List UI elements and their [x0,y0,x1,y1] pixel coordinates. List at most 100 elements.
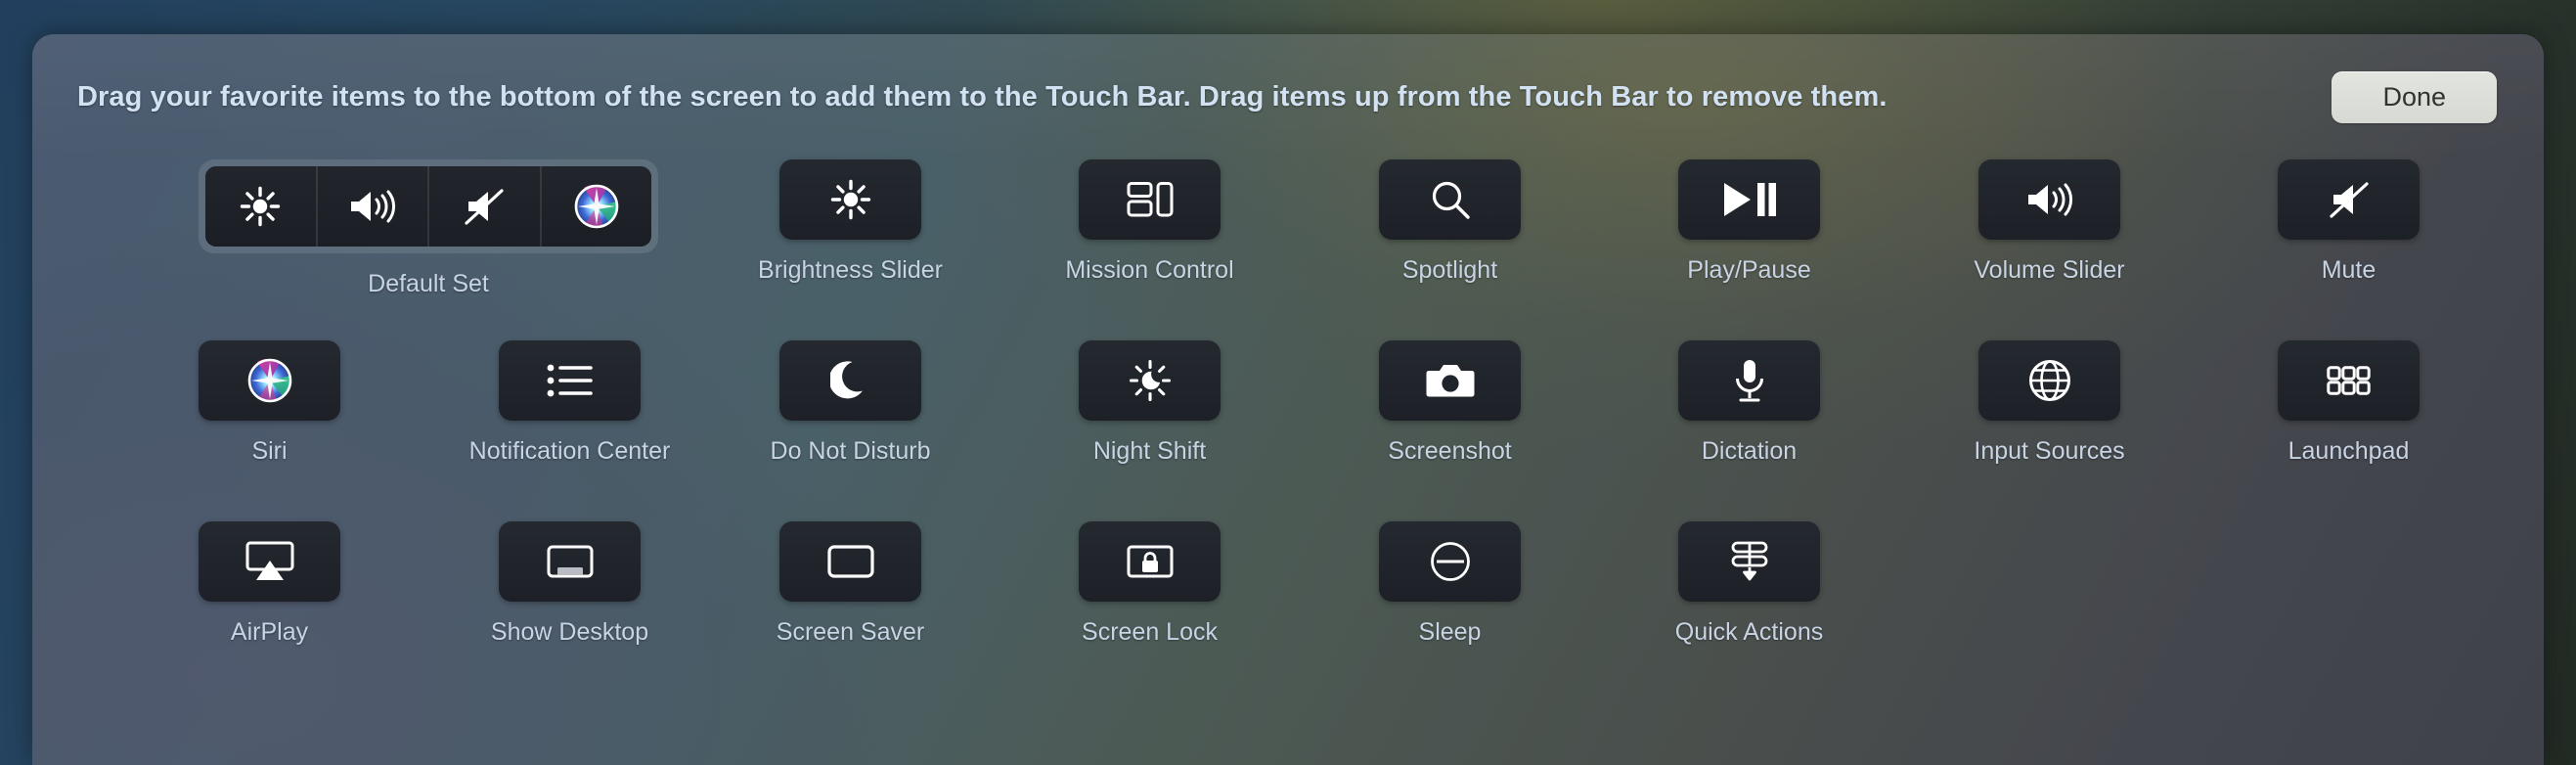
touch-bar-item-do-not-disturb[interactable]: Do Not Disturb [771,340,930,466]
item-label: Screen Lock [1082,618,1218,646]
mission-control-icon [1127,180,1174,219]
touch-bar-item-play-pause[interactable]: Play/Pause [1678,159,1820,285]
item-label: Night Shift [1092,437,1207,465]
item-label: Quick Actions [1674,618,1824,646]
globe-icon [2028,359,2071,402]
item-label: Launchpad [2287,437,2410,465]
tile-screen-lock[interactable] [1079,521,1221,602]
touch-bar-item-siri[interactable]: Siri [199,340,340,466]
tile-night-shift[interactable] [1079,340,1221,421]
tile-dictation[interactable] [1678,340,1820,421]
search-icon [1429,178,1472,221]
touch-bar-item-quick-actions[interactable]: Quick Actions [1674,521,1824,647]
item-label: Do Not Disturb [770,437,931,465]
item-row: Siri Notification Center Do Not Disturb Nig… [32,340,2544,521]
touch-bar-item-spotlight[interactable]: Spotlight [1379,159,1521,285]
item-label: Show Desktop [490,618,649,646]
camera-icon [1426,362,1475,399]
tile-quick-actions[interactable] [1678,521,1820,602]
tile-brightness-slider[interactable] [779,159,921,240]
tile-play-pause[interactable] [1678,159,1820,240]
item-label: Sleep [1418,618,1482,646]
item-label: Brightness Slider [758,256,943,284]
item-row: Default Set Brightness Slider Mission Cont… [32,159,2544,340]
tile-spotlight[interactable] [1379,159,1521,240]
brightness-icon [828,177,873,222]
siri-icon [574,184,619,229]
mute-icon [2328,180,2371,219]
tile-volume-slider[interactable] [1978,159,2120,240]
default-set-key-volume-up[interactable] [317,166,429,247]
touch-bar-item-brightness-slider[interactable]: Brightness Slider [758,159,943,285]
desktop-background: Drag your favorite items to the bottom o… [0,0,2576,765]
touch-bar-item-grid: Default Set Brightness Slider Mission Cont… [32,159,2544,702]
touch-bar-item-screen-saver[interactable]: Screen Saver [776,521,925,647]
tile-screenshot[interactable] [1379,340,1521,421]
siri-icon [247,358,292,403]
default-set-keys [205,166,651,247]
default-set-key-mute[interactable] [429,166,542,247]
tile-do-not-disturb[interactable] [779,340,921,421]
touch-bar-item-volume-slider[interactable]: Volume Slider [1974,159,2125,285]
notification-center-icon [546,362,595,399]
tile-airplay[interactable] [199,521,340,602]
item-label: Volume Slider [1974,256,2125,284]
item-label: Siri [251,437,288,465]
brightness-icon [238,184,283,229]
touch-bar-item-default-set[interactable]: Default Set [199,159,658,298]
night-shift-icon [1128,358,1173,403]
tile-mission-control[interactable] [1079,159,1221,240]
touch-bar-item-launchpad[interactable]: Launchpad [2278,340,2420,466]
mute-icon [463,187,506,226]
touch-bar-item-mission-control[interactable]: Mission Control [1065,159,1234,285]
tile-sleep[interactable] [1379,521,1521,602]
volume-up-icon [2024,180,2075,219]
screen-lock-icon [1127,545,1174,578]
item-row: AirPlay Show Desktop Screen Saver Screen Lo… [32,521,2544,702]
tile-screen-saver[interactable] [779,521,921,602]
default-set-key-brightness[interactable] [205,166,318,247]
item-label: Spotlight [1401,256,1498,284]
touch-bar-item-screenshot[interactable]: Screenshot [1379,340,1521,466]
volume-up-icon [347,187,398,226]
tile-launchpad[interactable] [2278,340,2420,421]
sheet-header: Drag your favorite items to the bottom o… [32,34,2544,159]
screen-saver-icon [826,545,874,578]
item-label: AirPlay [230,618,309,646]
touch-bar-item-sleep[interactable]: Sleep [1379,521,1521,647]
touch-bar-item-airplay[interactable]: AirPlay [199,521,340,647]
touch-bar-customization-sheet: Drag your favorite items to the bottom o… [32,34,2544,765]
moon-icon [829,359,871,402]
touch-bar-item-input-sources[interactable]: Input Sources [1974,340,2125,466]
tile-notification-center[interactable] [499,340,641,421]
touch-bar-item-mute[interactable]: Mute [2278,159,2420,285]
play-pause-icon [1722,180,1777,219]
touch-bar-item-show-desktop[interactable]: Show Desktop [491,521,648,647]
touch-bar-item-dictation[interactable]: Dictation [1678,340,1820,466]
item-label: Notification Center [468,437,671,465]
item-label: Default Set [368,270,489,297]
item-label: Mute [2321,256,2376,284]
airplay-icon [245,541,294,582]
touch-bar-item-night-shift[interactable]: Night Shift [1079,340,1221,466]
instructions-text: Drag your favorite items to the bottom o… [77,80,1888,112]
quick-actions-icon [1728,540,1771,583]
item-label: Mission Control [1065,256,1234,284]
default-set-key-siri[interactable] [541,166,651,247]
launchpad-icon [2327,365,2371,396]
touch-bar-item-screen-lock[interactable]: Screen Lock [1079,521,1221,647]
show-desktop-icon [547,545,594,578]
microphone-icon [1732,358,1767,403]
item-label: Screenshot [1388,437,1512,465]
item-label: Play/Pause [1687,256,1811,284]
touch-bar-item-notification-center[interactable]: Notification Center [469,340,670,466]
tile-siri[interactable] [199,340,340,421]
tile-mute[interactable] [2278,159,2420,240]
default-set-group[interactable] [199,159,658,253]
item-label: Screen Saver [776,618,925,646]
tile-input-sources[interactable] [1978,340,2120,421]
done-button[interactable]: Done [2332,70,2497,123]
sleep-icon [1430,541,1471,582]
item-label: Dictation [1701,437,1798,465]
tile-show-desktop[interactable] [499,521,641,602]
